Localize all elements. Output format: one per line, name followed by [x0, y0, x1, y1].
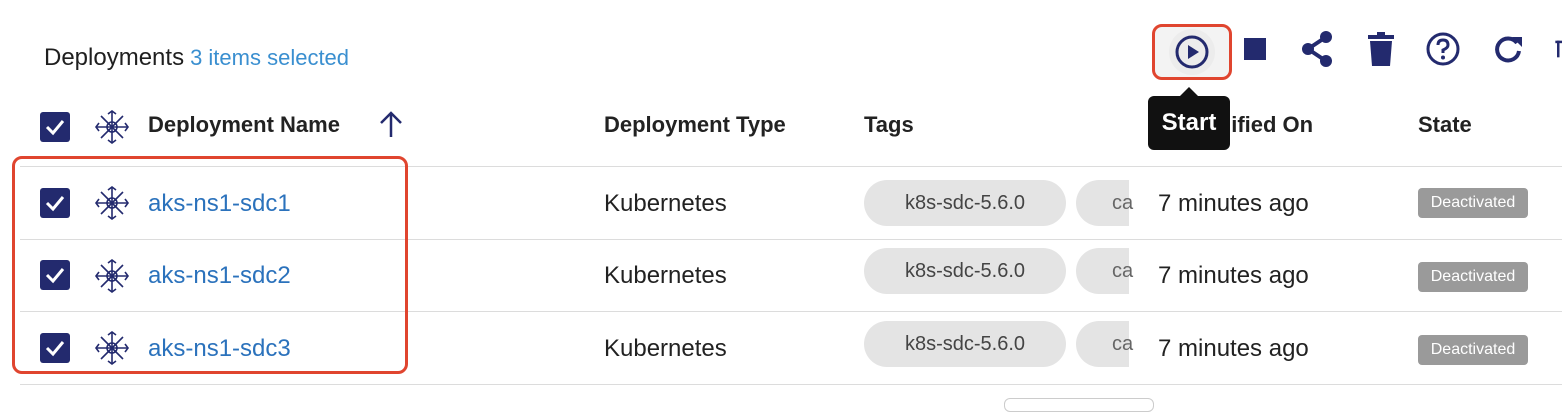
page-title-text: Deployments	[44, 44, 185, 71]
modified-cell: 7 minutes ago	[1158, 335, 1309, 362]
tag-chip-truncated[interactable]: ca	[1076, 248, 1133, 294]
play-circle-icon	[1175, 35, 1209, 69]
more-icon	[1555, 40, 1562, 58]
status-badge: Deactivated	[1418, 262, 1528, 292]
more-button[interactable]	[1552, 26, 1562, 72]
tag-chip-truncated[interactable]: ca	[1076, 321, 1133, 367]
deployment-type-icon	[94, 109, 130, 145]
modified-cell: 7 minutes ago	[1158, 190, 1309, 217]
pagination-control[interactable]	[1004, 398, 1154, 412]
refresh-button[interactable]	[1490, 26, 1526, 72]
row-divider	[20, 384, 1562, 385]
select-all-checkbox[interactable]	[40, 112, 70, 142]
tag-chip-truncated[interactable]: ca	[1076, 180, 1133, 226]
help-button[interactable]	[1424, 26, 1462, 72]
page-title: Deployments 3 items selected	[44, 44, 349, 72]
status-badge: Deactivated	[1418, 335, 1528, 365]
start-tooltip: Start	[1148, 87, 1230, 150]
modified-cell: 7 minutes ago	[1158, 262, 1309, 289]
trash-icon	[1368, 32, 1394, 66]
start-button[interactable]	[1152, 24, 1232, 80]
help-icon	[1426, 32, 1460, 66]
status-badge: Deactivated	[1418, 188, 1528, 218]
sort-ascending-icon[interactable]	[378, 110, 404, 143]
share-icon	[1302, 31, 1332, 67]
deployment-type-cell: Kubernetes	[604, 262, 727, 289]
deployment-type-cell: Kubernetes	[604, 335, 727, 362]
share-button[interactable]	[1298, 26, 1336, 72]
tag-chip[interactable]: k8s-sdc-5.6.0	[864, 248, 1066, 294]
selected-rows-highlight	[12, 156, 408, 374]
column-header-tags[interactable]: Tags	[864, 112, 914, 138]
refresh-icon	[1495, 36, 1522, 63]
column-header-state[interactable]: State	[1418, 112, 1472, 138]
deployment-type-cell: Kubernetes	[604, 190, 727, 217]
checkmark-icon	[45, 120, 65, 136]
column-header-name[interactable]: Deployment Name	[148, 112, 340, 138]
selection-count: 3 items selected	[190, 45, 350, 70]
tag-chip[interactable]: k8s-sdc-5.6.0	[864, 321, 1066, 367]
column-header-type[interactable]: Deployment Type	[604, 112, 786, 138]
tag-chip[interactable]: k8s-sdc-5.6.0	[864, 180, 1066, 226]
stop-icon	[1244, 38, 1266, 60]
delete-button[interactable]	[1364, 26, 1398, 72]
stop-button[interactable]	[1240, 26, 1270, 72]
